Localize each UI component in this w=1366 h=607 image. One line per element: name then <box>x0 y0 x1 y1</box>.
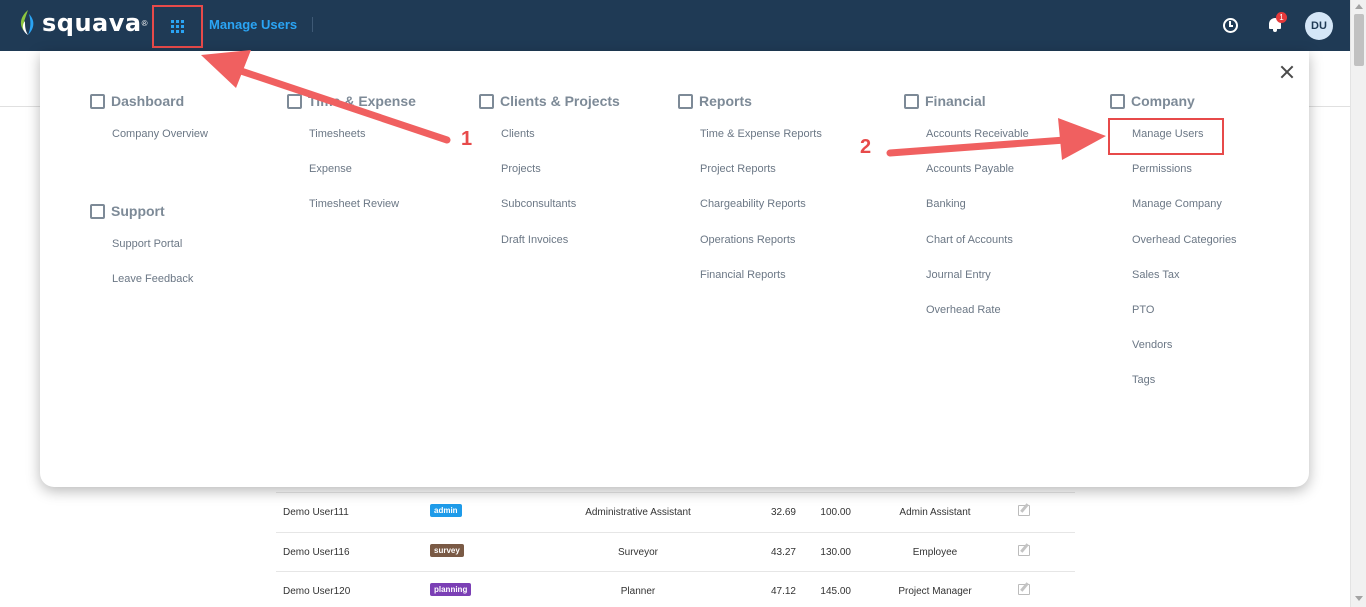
menu-item-subconsultants[interactable]: Subconsultants <box>479 187 620 222</box>
grid-icon <box>171 20 184 33</box>
user-cost-rate: 47.12 <box>770 586 796 597</box>
user-tag-badge: survey <box>430 543 464 557</box>
leaf-icon <box>20 10 34 35</box>
calculator-icon <box>904 93 919 109</box>
user-name[interactable]: Demo User120 <box>283 586 350 597</box>
menu-item-sales-tax[interactable]: Sales Tax <box>1110 258 1237 293</box>
menu-item-project-reports[interactable]: Project Reports <box>678 152 822 187</box>
edit-icon[interactable] <box>1018 544 1030 556</box>
menu-item-banking[interactable]: Banking <box>904 187 1029 222</box>
section-heading[interactable]: Dashboard <box>90 91 208 111</box>
user-cost-rate: 43.27 <box>770 546 796 558</box>
menu-item-financial-reports[interactable]: Financial Reports <box>678 258 822 293</box>
section-heading[interactable]: Reports <box>678 91 822 111</box>
menu-item-draft-invoices[interactable]: Draft Invoices <box>479 223 620 258</box>
menu-item-manage-company[interactable]: Manage Company <box>1110 187 1237 222</box>
user-bill-rate: 145.00 <box>820 586 851 597</box>
building-icon <box>1110 93 1125 109</box>
table-row: Demo User116 survey Surveyor 43.27 130.0… <box>276 531 1075 572</box>
menu-item-journal-entry[interactable]: Journal Entry <box>904 258 1029 293</box>
clock-icon[interactable] <box>1223 18 1238 33</box>
notification-count-badge: 1 <box>1276 12 1287 23</box>
table-row: Demo User111 admin Administrative Assist… <box>276 492 1075 532</box>
user-tag-badge: admin <box>430 504 462 517</box>
brand-name: squava <box>42 9 142 37</box>
user-cost-rate: 32.69 <box>770 507 796 518</box>
menu-item-pto[interactable]: PTO <box>1110 293 1237 328</box>
menu-item-timesheets[interactable]: Timesheets <box>287 117 416 152</box>
menu-section-time-expense: Time & Expense Timesheets Expense Timesh… <box>287 91 416 223</box>
scroll-down-arrow[interactable] <box>1355 596 1363 601</box>
user-title: Planner <box>620 586 656 597</box>
user-name[interactable]: Demo User111 <box>283 507 349 518</box>
section-heading[interactable]: Clients & Projects <box>479 91 620 111</box>
brand-logo[interactable]: squava ® <box>16 9 148 37</box>
section-heading[interactable]: Financial <box>904 91 1029 111</box>
menu-item-chart-of-accounts[interactable]: Chart of Accounts <box>904 223 1029 258</box>
menu-item-overhead-categories[interactable]: Overhead Categories <box>1110 223 1237 258</box>
users-table: Demo User111 admin Administrative Assist… <box>276 492 1075 607</box>
step-label-1: 1 <box>461 128 473 150</box>
current-page-link[interactable]: Manage Users <box>209 17 297 32</box>
section-heading[interactable]: Company <box>1110 91 1237 111</box>
menu-item-projects[interactable]: Projects <box>479 152 620 187</box>
briefcase-icon <box>479 93 494 109</box>
menu-item-time-expense-reports[interactable]: Time & Expense Reports <box>678 117 822 152</box>
section-heading[interactable]: Support <box>90 201 193 221</box>
menu-item-vendors[interactable]: Vendors <box>1110 328 1237 363</box>
menu-item-company-overview[interactable]: Company Overview <box>90 117 208 152</box>
user-role: Admin Assistant <box>899 507 971 518</box>
menu-item-accounts-payable[interactable]: Accounts Payable <box>904 152 1029 187</box>
close-icon[interactable] <box>1280 65 1294 79</box>
menu-item-support-portal[interactable]: Support Portal <box>90 227 193 262</box>
vertical-scrollbar[interactable] <box>1350 0 1366 607</box>
menu-item-chargeability-reports[interactable]: Chargeability Reports <box>678 187 822 222</box>
menu-item-accounts-receivable[interactable]: Accounts Receivable <box>904 117 1029 152</box>
app-launcher-button[interactable] <box>152 5 203 48</box>
user-title: Surveyor <box>617 546 658 558</box>
scroll-up-arrow[interactable] <box>1355 4 1363 9</box>
dashboard-icon <box>90 93 105 109</box>
user-bill-rate: 130.00 <box>820 546 851 558</box>
user-role: Project Manager <box>898 586 972 597</box>
edit-icon[interactable] <box>1018 584 1030 595</box>
menu-item-overhead-rate[interactable]: Overhead Rate <box>904 293 1029 328</box>
top-navbar: squava ® Manage Users 1 DU <box>0 0 1350 51</box>
menu-item-timesheet-review[interactable]: Timesheet Review <box>287 187 416 222</box>
document-icon <box>678 93 693 109</box>
menu-section-reports: Reports Time & Expense Reports Project R… <box>678 91 822 293</box>
menu-section-clients-projects: Clients & Projects Clients Projects Subc… <box>479 91 620 258</box>
menu-item-tags[interactable]: Tags <box>1110 363 1237 398</box>
menu-item-expense[interactable]: Expense <box>287 152 416 187</box>
registered-mark: ® <box>141 18 148 28</box>
step-label-2: 2 <box>860 136 872 158</box>
calendar-icon <box>287 93 302 109</box>
menu-item-clients[interactable]: Clients <box>479 117 620 152</box>
edit-icon[interactable] <box>1018 505 1030 516</box>
menu-item-permissions[interactable]: Permissions <box>1110 152 1237 187</box>
menu-section-dashboard: Dashboard Company Overview <box>90 91 208 152</box>
app-menu-panel: Dashboard Company Overview Support Suppo… <box>40 51 1309 487</box>
avatar[interactable]: DU <box>1305 12 1333 40</box>
menu-item-leave-feedback[interactable]: Leave Feedback <box>90 262 193 297</box>
section-heading[interactable]: Time & Expense <box>287 91 416 111</box>
user-bill-rate: 100.00 <box>820 507 851 518</box>
user-tag-badge: planning <box>430 583 472 596</box>
scroll-thumb[interactable] <box>1354 14 1364 66</box>
nav-divider <box>312 17 313 32</box>
highlight-box-manage-users <box>1108 118 1224 155</box>
user-role: Employee <box>912 546 958 558</box>
user-name[interactable]: Demo User116 <box>283 547 350 558</box>
menu-section-support: Support Support Portal Leave Feedback <box>90 201 193 297</box>
menu-section-financial: Financial Accounts Receivable Accounts P… <box>904 91 1029 328</box>
question-icon <box>90 203 105 219</box>
menu-item-operations-reports[interactable]: Operations Reports <box>678 223 822 258</box>
table-row: Demo User120 planning Planner 47.12 145.… <box>276 571 1075 607</box>
user-title: Administrative Assistant <box>585 507 691 518</box>
